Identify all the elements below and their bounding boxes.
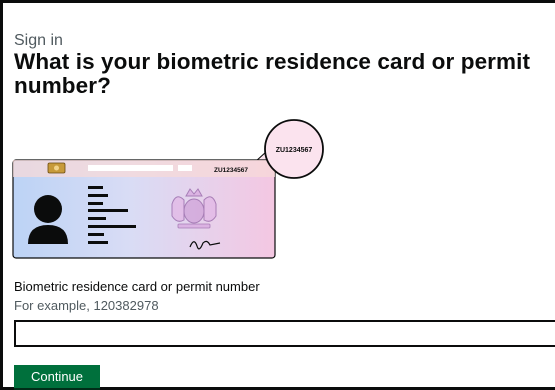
card-line [88,217,106,220]
card-line [88,194,108,197]
page-title: What is your biometric residence card or… [14,49,531,98]
card-number-text: ZU1234567 [214,167,248,174]
card-line [88,241,108,244]
card-line [88,186,103,189]
card-line [88,209,128,212]
field-hint: For example, 120382978 [14,298,159,313]
magnified-number-text: ZU1234567 [276,147,313,154]
biometric-card-illustration: ZU1234567 ZU1234567 [12,119,324,259]
card-line [88,202,103,205]
permit-number-input[interactable] [14,320,555,347]
field-label: Biometric residence card or permit numbe… [14,279,260,294]
page-caption: Sign in [14,32,63,49]
continue-button[interactable]: Continue [14,365,100,388]
chip-center [54,165,59,171]
card-line [88,225,136,228]
card-line [88,233,104,236]
person-head-icon [34,195,62,223]
card-top-line [88,165,173,171]
card-top-line-short [178,165,192,171]
